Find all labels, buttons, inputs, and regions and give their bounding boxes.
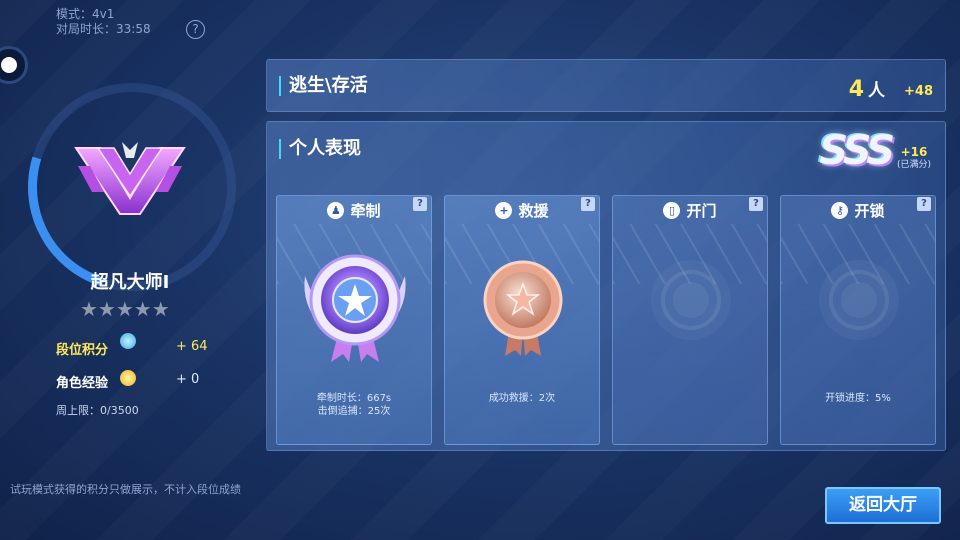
card-containment[interactable]: ♟ 牵制 ? 牵制时长：667s 击倒追捕：25次 [276,195,432,445]
escape-panel: 逃生\存活 4人 +48 [266,59,946,112]
character-exp-value: + 0 [176,372,200,387]
mode-text: 模式：4v1 [56,7,115,21]
door-icon: ▯ [663,201,681,219]
performance-bonus: +16 (已满分) [897,146,931,172]
performance-bonus-value: +16 [900,145,928,159]
key-icon: ⚷ [831,201,849,219]
card-header: ▯ 开门 [613,196,767,224]
stat-line-1: 开锁进度：5% [825,393,891,404]
card-help-icon[interactable]: ? [749,197,763,211]
help-icon[interactable]: ? [186,20,205,39]
match-info: 模式：4v1 对局时长：33:58 [56,7,151,37]
card-title: 牵制 [350,201,381,220]
rank-points-label: 段位积分 [56,343,109,358]
performance-title: 个人表现 [279,139,361,159]
card-rescue[interactable]: + 救援 ? 成功救援：2次 [444,195,600,445]
performance-bonus-note: (已满分) [896,160,931,170]
card-open-door[interactable]: ▯ 开门 ? [612,195,768,445]
card-help-icon[interactable]: ? [581,197,595,211]
character-exp-label: 角色经验 [56,376,109,391]
empty-medal-slot [651,260,731,340]
survivor-count: 4人 [849,76,885,102]
rescue-icon: + [495,201,513,219]
stat-line-1: 成功救援：2次 [488,393,556,404]
rank-name: 超凡大师Ⅰ [90,272,170,293]
rank-stars: ★★★★★ [80,298,170,320]
survivor-count-unit: 人 [868,81,885,101]
rank-points-value: + 64 [176,339,208,354]
card-header: ⚷ 开锁 [781,196,935,224]
card-help-icon[interactable]: ? [413,197,427,211]
star-icons: ★★★★★ [80,297,170,321]
diamond-medal-icon [304,254,406,362]
empty-medal-slot [819,260,899,340]
stat-line-2: 击倒追捕：25次 [317,406,391,417]
card-title: 开门 [686,201,717,220]
card-title: 救援 [518,201,549,220]
card-unlock[interactable]: ⚷ 开锁 ? 开锁进度：5% [780,195,936,445]
rank-points-icon [120,333,136,349]
footnote: 试玩模式获得的积分只做展示，不计入段位成绩 [10,483,241,496]
back-to-lobby-button[interactable]: 返回大厅 [825,487,941,524]
weekly-cap: 周上限：0/3500 [56,404,139,417]
escape-bonus: +48 [904,84,933,99]
card-header: + 救援 [445,196,599,224]
escape-title: 逃生\存活 [279,76,368,96]
duration-text: 对局时长：33:58 [56,22,151,36]
card-header: ♟ 牵制 [277,196,431,224]
card-title: 开锁 [854,201,885,220]
bronze-medal-icon [483,260,563,356]
side-toggle-button[interactable] [0,46,28,84]
card-help-icon[interactable]: ? [917,197,931,211]
stat-line-1: 牵制时长：667s [316,393,392,404]
rank-emblem-icon [74,142,186,215]
grade-badge: SSS [819,128,895,174]
exp-star-icon [120,370,136,386]
person-icon: ♟ [327,201,345,219]
survivor-count-value: 4 [848,77,864,102]
